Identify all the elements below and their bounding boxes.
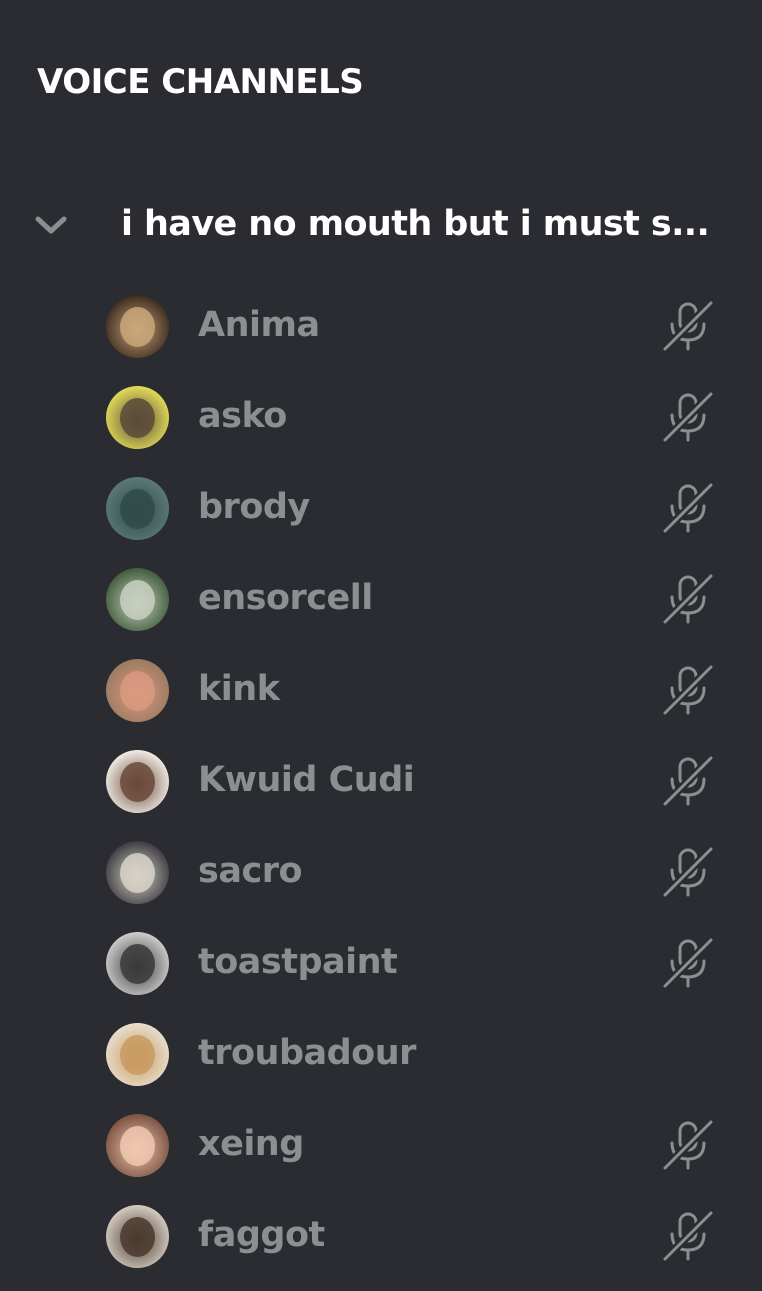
voice-user-name: asko — [198, 396, 287, 436]
voice-user-row[interactable]: troubadour — [0, 1014, 762, 1094]
voice-channel-name: i have no mouth but i must s... — [121, 204, 710, 244]
voice-user-name: kink — [198, 669, 280, 709]
avatar[interactable] — [106, 1205, 169, 1268]
avatar[interactable] — [106, 295, 169, 358]
avatar[interactable] — [106, 841, 169, 904]
avatar-figure — [120, 489, 155, 529]
avatar[interactable] — [106, 1114, 169, 1177]
voice-user-name: toastpaint — [198, 942, 398, 982]
avatar-figure — [120, 853, 155, 893]
avatar-figure — [120, 1217, 155, 1257]
voice-user-name: Anima — [198, 305, 320, 345]
avatar-figure — [120, 1126, 155, 1166]
mic-muted-icon — [661, 481, 715, 535]
avatar-figure — [120, 580, 155, 620]
voice-user-row[interactable]: Anima — [0, 286, 762, 366]
voice-user-row[interactable]: asko — [0, 377, 762, 457]
voice-user-name: faggot — [198, 1215, 325, 1255]
mic-muted-icon — [661, 663, 715, 717]
voice-channel-row[interactable]: i have no mouth but i must s... — [0, 196, 762, 252]
avatar-figure — [120, 671, 155, 711]
avatar-figure — [120, 307, 155, 347]
mic-muted-icon — [661, 845, 715, 899]
avatar[interactable] — [106, 932, 169, 995]
mic-muted-icon — [661, 1209, 715, 1263]
mic-muted-icon — [661, 754, 715, 808]
avatar-figure — [120, 944, 155, 984]
mic-muted-icon — [661, 572, 715, 626]
avatar-figure — [120, 762, 155, 802]
mic-muted-icon — [661, 299, 715, 353]
voice-user-row[interactable]: brody — [0, 468, 762, 548]
voice-user-row[interactable]: toastpaint — [0, 923, 762, 1003]
section-title: VOICE CHANNELS — [37, 62, 364, 102]
voice-user-name: xeing — [198, 1124, 304, 1164]
voice-user-name: troubadour — [198, 1033, 416, 1073]
voice-user-row[interactable]: sacro — [0, 832, 762, 912]
mic-muted-icon — [661, 936, 715, 990]
mic-muted-icon — [661, 1118, 715, 1172]
avatar[interactable] — [106, 1023, 169, 1086]
voice-user-row[interactable]: xeing — [0, 1105, 762, 1185]
avatar[interactable] — [106, 750, 169, 813]
avatar[interactable] — [106, 568, 169, 631]
avatar-figure — [120, 398, 155, 438]
voice-user-name: Kwuid Cudi — [198, 760, 415, 800]
chevron-down-icon[interactable] — [35, 214, 67, 236]
voice-user-name: brody — [198, 487, 310, 527]
voice-user-name: sacro — [198, 851, 303, 891]
voice-user-row[interactable]: faggot — [0, 1196, 762, 1276]
avatar[interactable] — [106, 386, 169, 449]
avatar-figure — [120, 1035, 155, 1075]
voice-user-row[interactable]: kink — [0, 650, 762, 730]
avatar[interactable] — [106, 659, 169, 722]
voice-user-row[interactable]: ensorcell — [0, 559, 762, 639]
mic-muted-icon — [661, 390, 715, 444]
avatar[interactable] — [106, 477, 169, 540]
voice-user-name: ensorcell — [198, 578, 373, 618]
voice-user-row[interactable]: Kwuid Cudi — [0, 741, 762, 821]
